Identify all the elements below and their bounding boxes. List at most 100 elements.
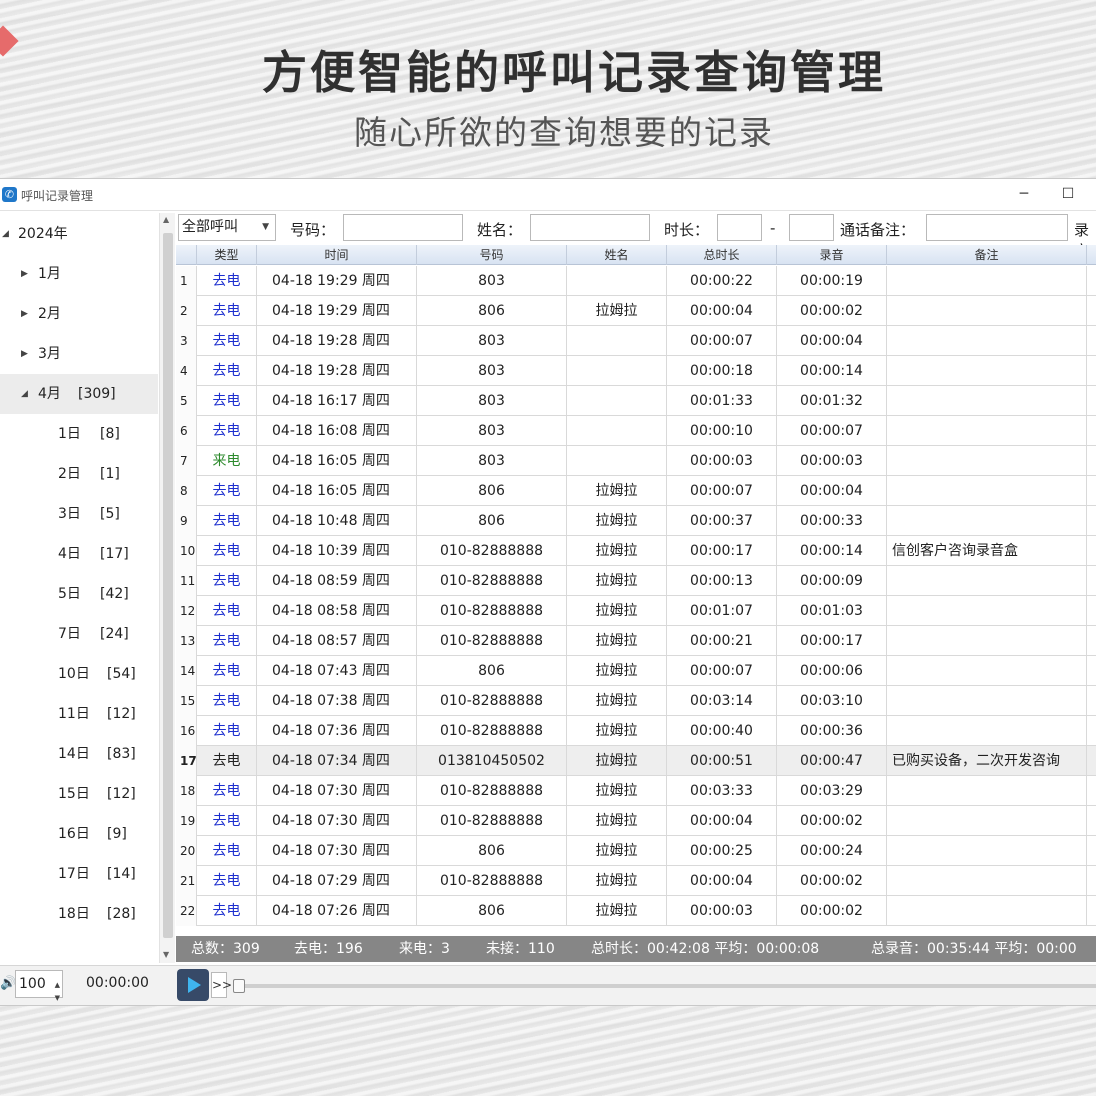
maximize-button[interactable]: ☐ <box>1056 183 1080 205</box>
tree-node-day[interactable]: 14日 [83] <box>0 734 158 774</box>
contact-name-cell: 拉姆拉 <box>567 806 667 836</box>
column-header[interactable]: 录音 <box>777 245 887 265</box>
grid-corner-cell <box>176 245 197 265</box>
call-type-cell: 去电 <box>197 506 257 536</box>
note-input[interactable] <box>926 214 1068 241</box>
row-number-cell: 8 <box>176 476 197 506</box>
collapsed-arrow-icon[interactable]: ▶ <box>21 334 28 374</box>
name-label: 姓名： <box>477 221 523 239</box>
table-row[interactable]: 10 去电 04-18 10:39 周四 010-82888888 拉姆拉 00:00:1… <box>176 536 1096 566</box>
play-button[interactable] <box>177 969 209 1001</box>
collapsed-arrow-icon[interactable]: ▶ <box>21 294 28 334</box>
minimize-button[interactable]: ─ <box>1012 183 1036 205</box>
column-header[interactable]: 总时长 <box>667 245 777 265</box>
total-duration-cell: 00:03:14 <box>667 686 777 716</box>
column-header[interactable]: 号码 <box>417 245 567 265</box>
recording-duration-cell: 00:00:02 <box>777 866 887 896</box>
tree-node-day[interactable]: 5日 [42] <box>0 574 158 614</box>
call-type-select[interactable]: 全部呼叫 ▼ <box>178 214 276 241</box>
table-row[interactable]: 4 去电 04-18 19:28 周四 803 00:00:18 00:00:14 <box>176 356 1096 386</box>
table-row[interactable]: 21 去电 04-18 07:29 周四 010-82888888 拉姆拉 00:00:0… <box>176 866 1096 896</box>
table-row[interactable]: 17 去电 04-18 07:34 周四 013810450502 拉姆拉 00:00:5… <box>176 746 1096 776</box>
call-type-cell: 去电 <box>197 806 257 836</box>
expanded-arrow-icon[interactable]: ◢ <box>21 374 28 414</box>
column-header[interactable]: 姓名 <box>567 245 667 265</box>
extra-column-cell <box>1087 356 1096 386</box>
phone-number-cell: 803 <box>417 266 567 296</box>
name-input[interactable] <box>530 214 650 241</box>
tree-node-month[interactable]: ▶ 1月 <box>0 254 158 294</box>
table-row[interactable]: 18 去电 04-18 07:30 周四 010-82888888 拉姆拉 00:03:3… <box>176 776 1096 806</box>
tree-day-count: [12] <box>107 786 136 802</box>
volume-spinbox[interactable]: 100 ▲ ▼ <box>15 970 63 1002</box>
duration-label: 时长： <box>664 221 710 239</box>
column-header[interactable]: 时间 <box>257 245 417 265</box>
table-row[interactable]: 20 去电 04-18 07:30 周四 806 拉姆拉 00:00:25 00:00:24 <box>176 836 1096 866</box>
seek-track[interactable] <box>233 984 1096 988</box>
table-row[interactable]: 14 去电 04-18 07:43 周四 806 拉姆拉 00:00:07 00:00:06 <box>176 656 1096 686</box>
scroll-thumb[interactable] <box>163 233 173 938</box>
table-row[interactable]: 11 去电 04-18 08:59 周四 010-82888888 拉姆拉 00:00:1… <box>176 566 1096 596</box>
expanded-arrow-icon[interactable]: ◢ <box>2 214 9 254</box>
table-row[interactable]: 5 去电 04-18 16:17 周四 803 00:01:33 00:01:32 <box>176 386 1096 416</box>
tree-day-label: 18日 <box>58 906 90 922</box>
call-time-cell: 04-18 10:48 周四 <box>257 506 417 536</box>
scroll-down-icon[interactable]: ▼ <box>163 950 169 959</box>
call-type-cell: 去电 <box>197 266 257 296</box>
call-time-cell: 04-18 07:26 周四 <box>257 896 417 926</box>
tree-node-day[interactable]: 1日 [8] <box>0 414 158 454</box>
table-row[interactable]: 6 去电 04-18 16:08 周四 803 00:00:10 00:00:07 <box>176 416 1096 446</box>
tree-node-year[interactable]: ◢ 2024年 <box>0 214 158 254</box>
tree-node-day[interactable]: 3日 [5] <box>0 494 158 534</box>
table-row[interactable]: 7 来电 04-18 16:05 周四 803 00:00:03 00:00:03 <box>176 446 1096 476</box>
tree-node-month[interactable]: ▶ 2月 <box>0 294 158 334</box>
sidebar-scrollbar[interactable]: ▲ ▼ <box>159 213 175 963</box>
note-cell <box>887 866 1087 896</box>
tree-node-day[interactable]: 17日 [14] <box>0 854 158 894</box>
tree-node-day[interactable]: 11日 [12] <box>0 694 158 734</box>
table-row[interactable]: 12 去电 04-18 08:58 周四 010-82888888 拉姆拉 00:01:0… <box>176 596 1096 626</box>
column-header[interactable]: 备注 <box>887 245 1087 265</box>
tree-node-month[interactable]: ▶ 3月 <box>0 334 158 374</box>
contact-name-cell: 拉姆拉 <box>567 476 667 506</box>
column-header[interactable]: 类型 <box>197 245 257 265</box>
total-duration-cell: 00:00:21 <box>667 626 777 656</box>
tree-day-count: [28] <box>107 906 136 922</box>
fast-forward-button[interactable]: >> <box>211 972 232 998</box>
tree-node-month[interactable]: ◢ 4月 [309] <box>0 374 158 414</box>
tree-node-day[interactable]: 4日 [17] <box>0 534 158 574</box>
spin-down-icon[interactable]: ▼ <box>55 985 60 1011</box>
duration-max-input[interactable] <box>789 214 834 241</box>
tree-node-day[interactable]: 16日 [9] <box>0 814 158 854</box>
phone-number-cell: 806 <box>417 836 567 866</box>
table-row[interactable]: 13 去电 04-18 08:57 周四 010-82888888 拉姆拉 00:00:2… <box>176 626 1096 656</box>
scroll-up-icon[interactable]: ▲ <box>163 215 169 224</box>
tree-year-label: 2024年 <box>18 226 68 242</box>
recording-duration-cell: 00:00:24 <box>777 836 887 866</box>
collapsed-arrow-icon[interactable]: ▶ <box>21 254 28 294</box>
duration-min-input[interactable] <box>717 214 762 241</box>
tree-node-day[interactable]: 7日 [24] <box>0 614 158 654</box>
table-row[interactable]: 15 去电 04-18 07:38 周四 010-82888888 拉姆拉 00:03:1… <box>176 686 1096 716</box>
table-row[interactable]: 19 去电 04-18 07:30 周四 010-82888888 拉姆拉 00:00:0… <box>176 806 1096 836</box>
tree-node-day[interactable]: 18日 [28] <box>0 894 158 934</box>
tree-node-day[interactable]: 2日 [1] <box>0 454 158 494</box>
contact-name-cell: 拉姆拉 <box>567 866 667 896</box>
table-row[interactable]: 22 去电 04-18 07:26 周四 806 拉姆拉 00:00:03 00:00:02 <box>176 896 1096 926</box>
speaker-icon[interactable]: 🔊 <box>0 976 16 991</box>
table-row[interactable]: 1 去电 04-18 19:29 周四 803 00:00:22 00:00:19 <box>176 266 1096 296</box>
table-row[interactable]: 2 去电 04-18 19:29 周四 806 拉姆拉 00:00:04 00:00:02 <box>176 296 1096 326</box>
call-type-cell: 去电 <box>197 566 257 596</box>
recording-duration-cell: 00:00:33 <box>777 506 887 536</box>
tree-node-day[interactable]: 15日 [12] <box>0 774 158 814</box>
seek-handle[interactable] <box>233 979 245 993</box>
recording-duration-cell: 00:00:02 <box>777 806 887 836</box>
number-input[interactable] <box>343 214 463 241</box>
table-row[interactable]: 16 去电 04-18 07:36 周四 010-82888888 拉姆拉 00:00:4… <box>176 716 1096 746</box>
tree-node-day[interactable]: 10日 [54] <box>0 654 158 694</box>
column-header[interactable]: 音 <box>1087 245 1096 265</box>
table-row[interactable]: 3 去电 04-18 19:28 周四 803 00:00:07 00:00:04 <box>176 326 1096 356</box>
table-row[interactable]: 8 去电 04-18 16:05 周四 806 拉姆拉 00:00:07 00:00:04 <box>176 476 1096 506</box>
table-row[interactable]: 9 去电 04-18 10:48 周四 806 拉姆拉 00:00:37 00:00:33 <box>176 506 1096 536</box>
row-number-cell: 14 <box>176 656 197 686</box>
